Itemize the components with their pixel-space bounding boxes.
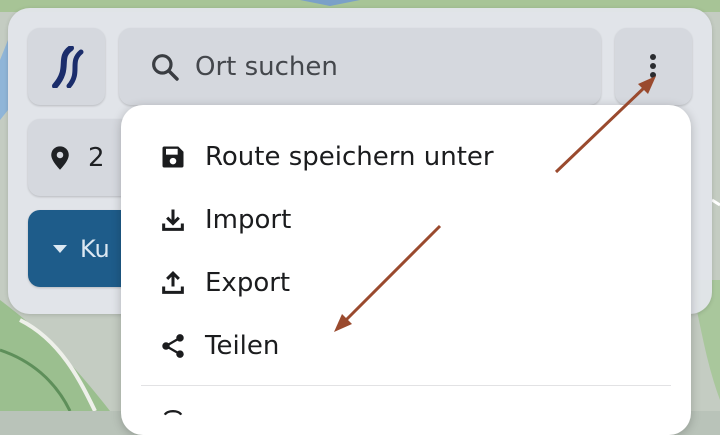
partial-menu-icon	[163, 410, 183, 416]
search-input[interactable]	[195, 51, 575, 82]
more-options-button[interactable]	[615, 28, 692, 105]
menu-item-save-route[interactable]: Route speichern unter	[121, 127, 691, 187]
logo-button[interactable]	[28, 28, 105, 105]
menu-item-export[interactable]: Export	[121, 253, 691, 313]
menu-item-share[interactable]: Teilen	[121, 316, 691, 376]
save-icon	[162, 146, 184, 168]
download-icon	[162, 209, 184, 231]
map-pin-icon	[51, 145, 69, 170]
road-logo-icon	[52, 46, 84, 88]
share-icon	[162, 334, 184, 358]
options-menu: Route speichern unter Import Export Teil…	[121, 105, 691, 435]
menu-item-label: Export	[205, 268, 291, 298]
search-icon	[152, 53, 179, 81]
waypoint-text: 2	[88, 142, 105, 173]
caret-down-icon	[53, 244, 67, 253]
menu-item-label: Route speichern unter	[205, 142, 494, 172]
profile-label: Ku	[80, 234, 110, 263]
menu-item-label: Import	[205, 205, 292, 235]
menu-item-import[interactable]: Import	[121, 190, 691, 250]
menu-divider	[141, 385, 671, 386]
more-vertical-icon	[650, 54, 656, 78]
menu-item-label: Teilen	[205, 331, 280, 361]
search-box[interactable]	[119, 28, 601, 105]
upload-icon	[162, 270, 184, 294]
